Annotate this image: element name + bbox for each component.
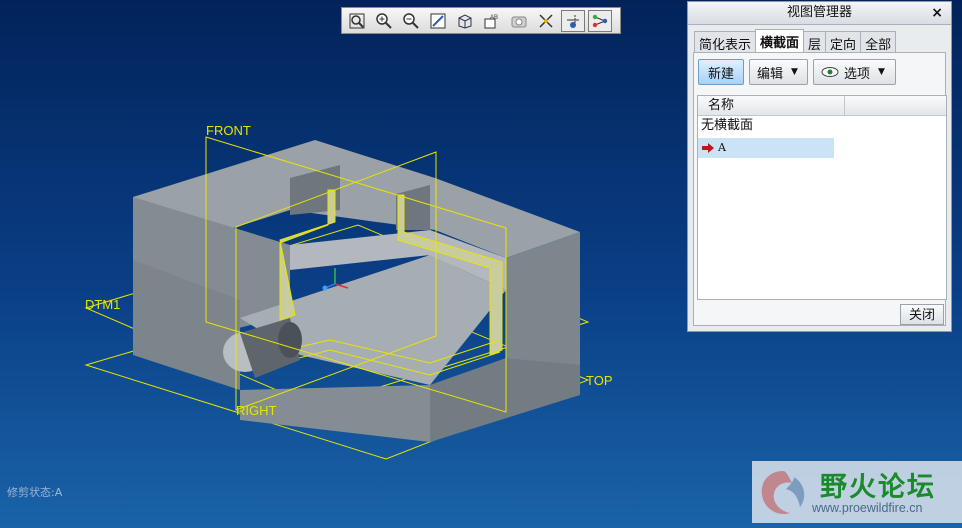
saved-views-icon[interactable]: AB bbox=[480, 10, 504, 32]
options-button[interactable]: 选项 ▼ bbox=[813, 59, 896, 85]
list-item-section-a[interactable]: A bbox=[698, 138, 834, 158]
datum-points-icon[interactable] bbox=[588, 9, 612, 32]
spin-center-icon[interactable] bbox=[507, 10, 531, 32]
proewildfire-logo-icon bbox=[761, 471, 805, 515]
dropdown-arrow-icon: ▼ bbox=[878, 67, 885, 77]
edit-button[interactable]: 编辑 ▼ bbox=[749, 59, 808, 85]
list-header: 名称 bbox=[698, 96, 946, 116]
button-row: 新建 编辑 ▼ 选项 ▼ bbox=[698, 59, 896, 85]
tab-layers[interactable]: 层 bbox=[803, 31, 827, 53]
zoom-in-icon[interactable] bbox=[372, 10, 396, 32]
view-manager-dialog: 视图管理器 × 简化表示 横截面 层 定向 全部 新建 编辑 ▼ 选项 ▼ 名称… bbox=[687, 1, 952, 332]
svg-text:AB: AB bbox=[490, 15, 498, 21]
list-item-label: A bbox=[718, 141, 726, 154]
new-button[interactable]: 新建 bbox=[698, 59, 744, 85]
part-model[interactable] bbox=[133, 140, 580, 442]
datum-label-top: TOP bbox=[586, 373, 613, 388]
dialog-titlebar: 视图管理器 × bbox=[688, 2, 951, 25]
cross-section-list: 名称 无横截面 A bbox=[697, 95, 947, 300]
orient-icon[interactable] bbox=[453, 10, 477, 32]
zoom-out-icon[interactable] bbox=[399, 10, 423, 32]
dropdown-arrow-icon: ▼ bbox=[791, 67, 798, 77]
datum-axes-icon[interactable] bbox=[561, 9, 585, 32]
tab-orient[interactable]: 定向 bbox=[825, 31, 862, 53]
refit-icon[interactable] bbox=[345, 10, 369, 32]
view-toolbar: AB bbox=[341, 7, 621, 34]
datum-planes-icon[interactable] bbox=[534, 10, 558, 32]
tab-cross-section[interactable]: 横截面 bbox=[755, 29, 805, 53]
active-arrow-icon bbox=[702, 143, 714, 153]
column-header-name[interactable]: 名称 bbox=[698, 96, 845, 115]
watermark: 野火论坛 www.proewildfire.cn bbox=[752, 461, 962, 523]
tab-bar: 简化表示 横截面 层 定向 全部 bbox=[694, 29, 951, 53]
status-text: 修剪状态:A bbox=[7, 486, 63, 499]
cross-section-panel: 新建 编辑 ▼ 选项 ▼ 名称 无横截面 A bbox=[693, 52, 947, 326]
tab-all[interactable]: 全部 bbox=[860, 31, 897, 53]
list-item-no-section[interactable]: 无横截面 bbox=[698, 116, 946, 136]
watermark-title: 野火论坛 bbox=[820, 472, 936, 503]
datum-label-front: FRONT bbox=[206, 123, 251, 138]
watermark-url: www.proewildfire.cn bbox=[812, 501, 923, 515]
datum-label-dtm1: DTM1 bbox=[85, 297, 120, 312]
eye-icon bbox=[821, 67, 839, 77]
repaint-icon[interactable] bbox=[426, 10, 450, 32]
options-button-label: 选项 bbox=[844, 66, 871, 82]
datum-label-right: RIGHT bbox=[236, 403, 277, 418]
dialog-title: 视图管理器 bbox=[786, 5, 852, 20]
tab-simplified-rep[interactable]: 简化表示 bbox=[694, 31, 757, 53]
close-button[interactable]: 关闭 bbox=[900, 304, 944, 325]
edit-button-label: 编辑 bbox=[757, 66, 784, 82]
close-icon[interactable]: × bbox=[931, 2, 943, 24]
